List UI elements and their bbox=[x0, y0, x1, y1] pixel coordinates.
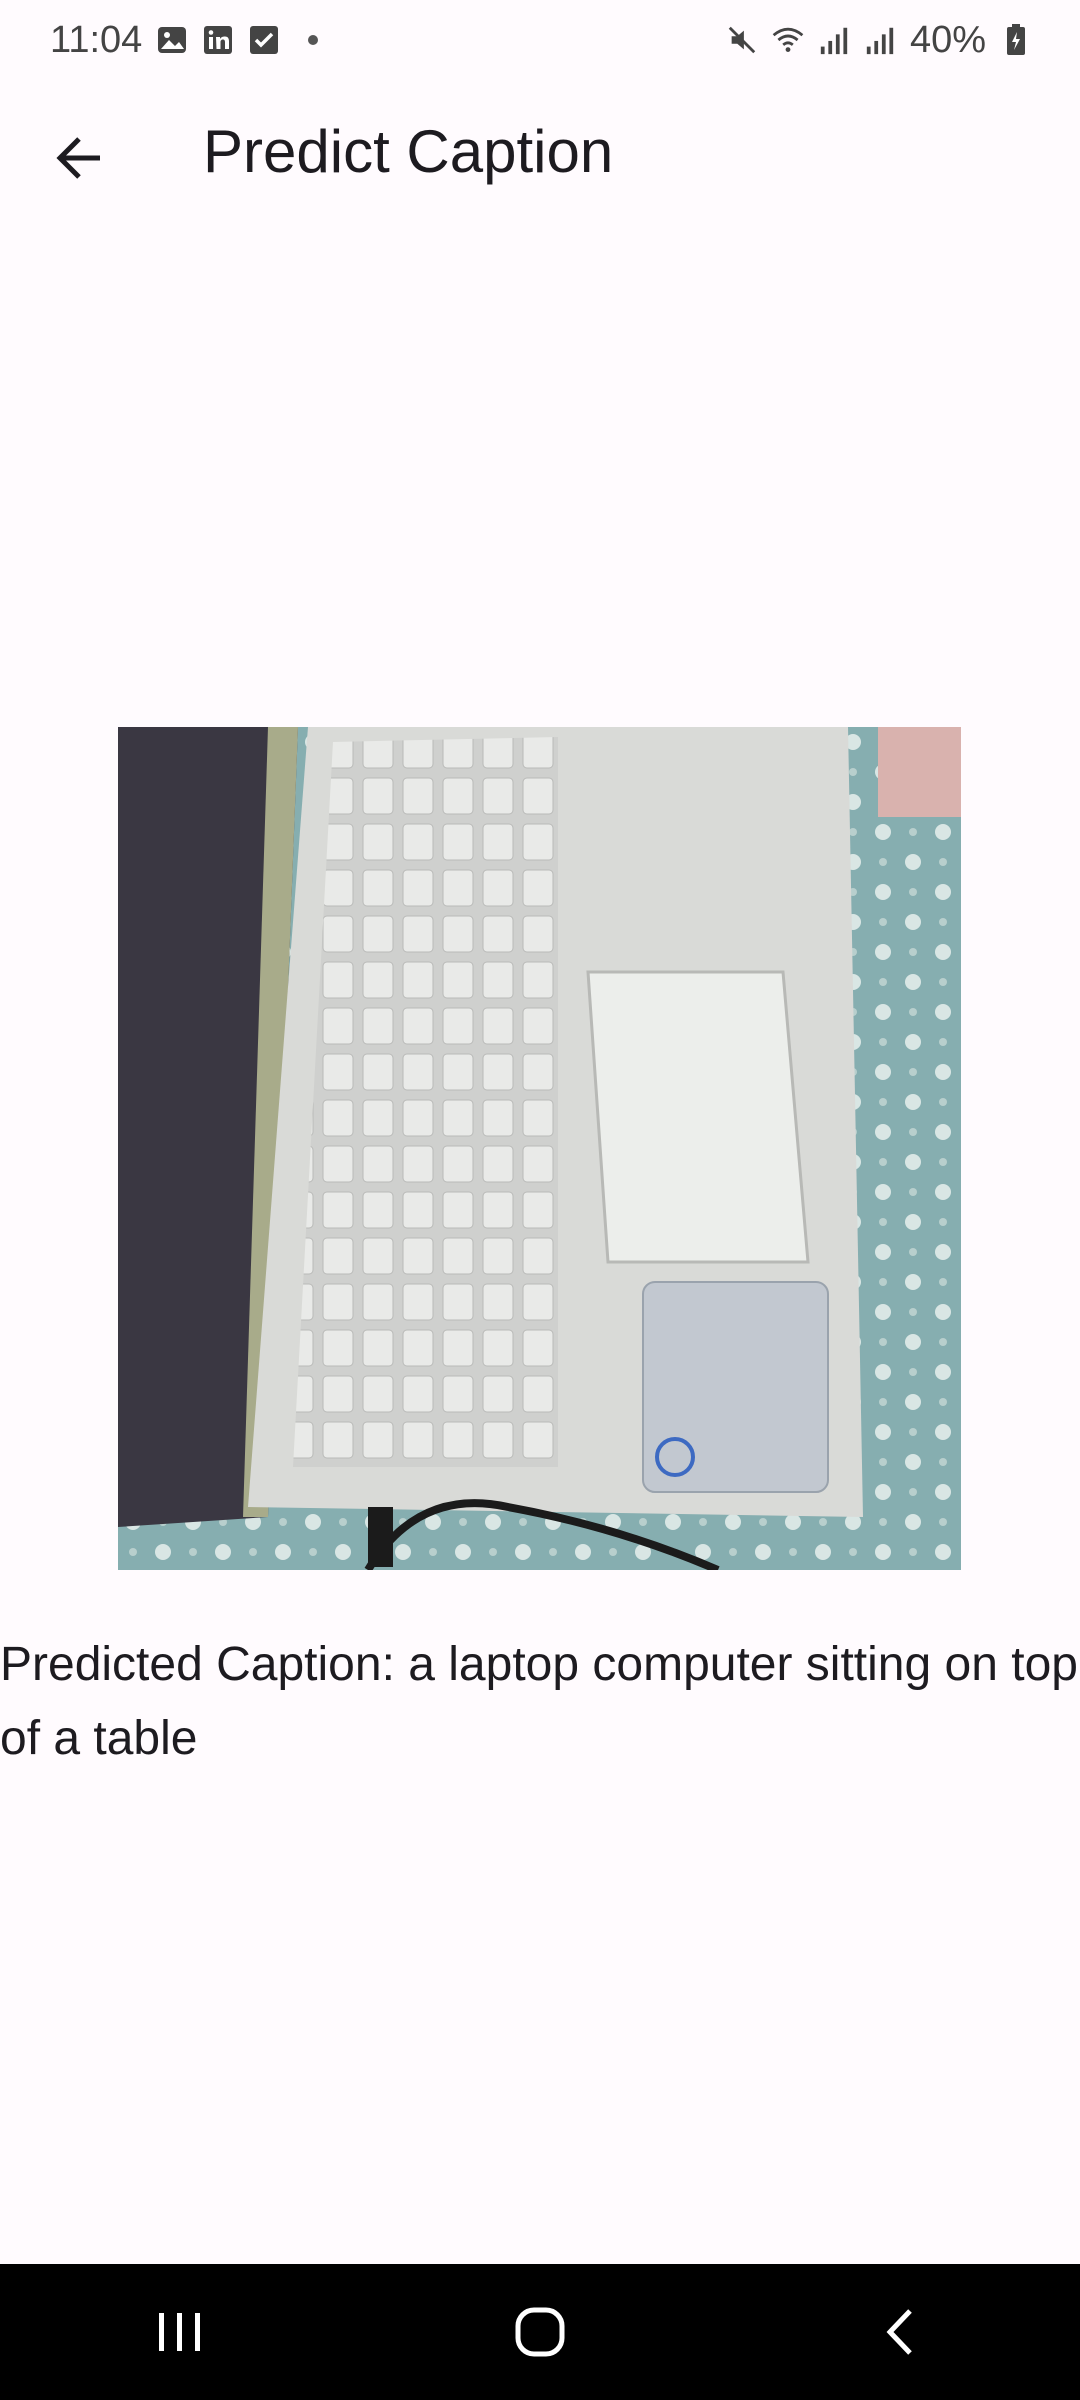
wifi-icon bbox=[772, 24, 804, 56]
system-nav-bar bbox=[0, 2264, 1080, 2400]
status-left: 11:04 bbox=[50, 18, 319, 62]
status-time: 11:04 bbox=[50, 18, 143, 61]
status-bar: 11:04 40% bbox=[0, 0, 1080, 80]
battery-icon bbox=[1000, 24, 1032, 56]
mute-icon bbox=[726, 24, 758, 56]
gallery-icon bbox=[156, 24, 188, 56]
back-button[interactable] bbox=[44, 123, 114, 193]
home-icon bbox=[515, 2307, 565, 2357]
status-right: 40% bbox=[726, 19, 1032, 62]
arrow-left-icon bbox=[56, 137, 100, 179]
checkbox-icon bbox=[248, 24, 280, 56]
home-button[interactable] bbox=[480, 2282, 600, 2382]
recents-button[interactable] bbox=[120, 2282, 240, 2382]
app-bar: Predict Caption bbox=[0, 80, 1080, 230]
more-notifications-dot bbox=[308, 35, 319, 45]
battery-percent: 40% bbox=[909, 18, 986, 61]
linkedin-icon bbox=[202, 24, 234, 56]
system-back-button[interactable] bbox=[840, 2282, 960, 2382]
signal-icon bbox=[864, 24, 896, 56]
captioned-image bbox=[118, 727, 961, 1570]
predicted-caption: Predicted Caption: a laptop computer sit… bbox=[0, 1638, 1078, 1765]
page-title: Predict Caption bbox=[203, 118, 614, 185]
signal-icon bbox=[818, 24, 850, 56]
recents-icon bbox=[159, 2313, 200, 2351]
back-icon bbox=[886, 2309, 912, 2355]
